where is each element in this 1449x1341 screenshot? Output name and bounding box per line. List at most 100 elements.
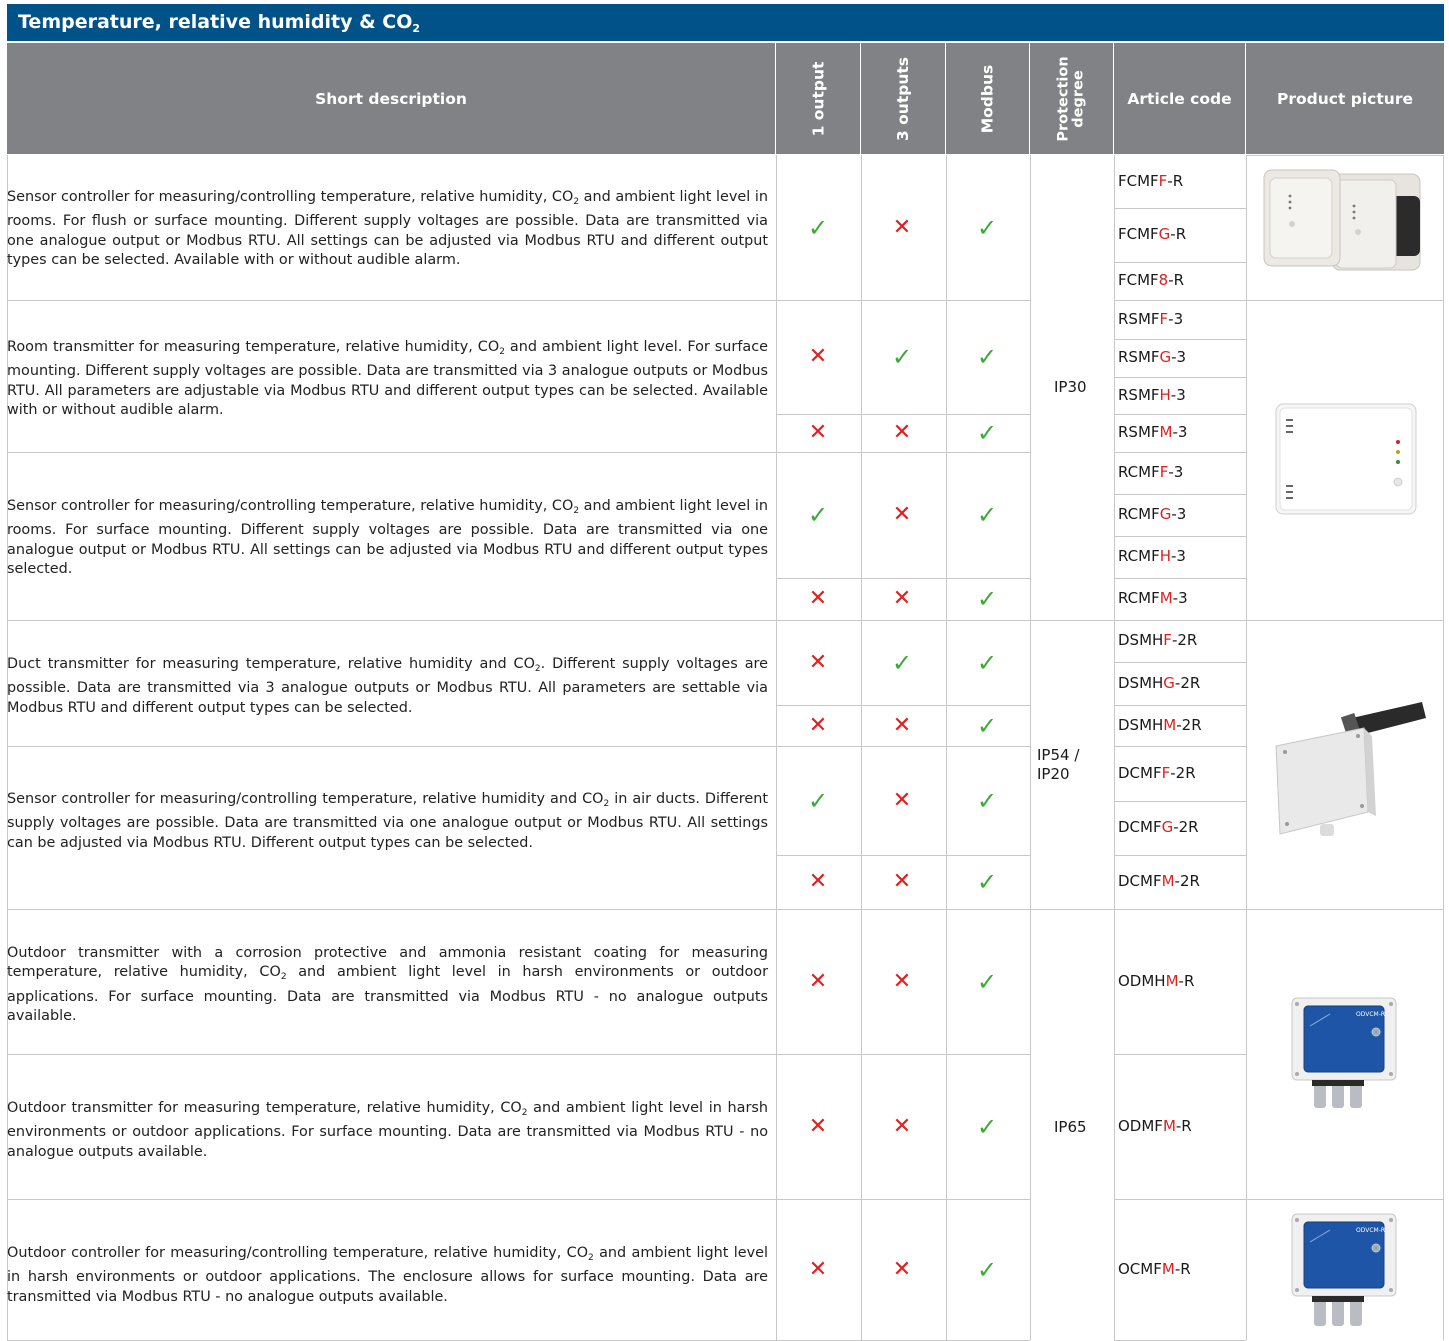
row-divider xyxy=(7,452,776,453)
protection-ip65: IP65 xyxy=(1054,1118,1087,1136)
row-divider xyxy=(7,909,776,910)
row-divider xyxy=(776,855,1030,856)
article-code: FCMFF-R xyxy=(1118,171,1184,190)
check-icon-modbus: ✓ xyxy=(976,711,998,740)
column-divider xyxy=(946,155,947,1340)
article-code: DCMFM-2R xyxy=(1118,872,1200,890)
description-fcmf: Sensor controller for measuring/controll… xyxy=(7,189,768,268)
product-picture-dsmh-dcmf xyxy=(1275,702,1426,836)
cross-icon-three-outputs: ✕ xyxy=(892,1113,912,1139)
cross-icon-one-output: ✕ xyxy=(808,420,828,445)
description-dsmh: Duct transmitter for measuring temperatu… xyxy=(7,656,768,716)
row-divider xyxy=(1114,855,1246,856)
column-divider xyxy=(776,155,777,1340)
article-code: RCMFG-3 xyxy=(1118,505,1187,523)
description-rsmf: Room transmitter for measuring temperatu… xyxy=(7,339,768,418)
article-code: RSMFM-3 xyxy=(1118,423,1188,441)
title-subscript: 2 xyxy=(412,22,421,35)
row-divider xyxy=(776,578,1030,579)
row-divider xyxy=(1246,909,1444,910)
row-divider xyxy=(7,1054,776,1055)
row-divider xyxy=(1114,494,1246,495)
column-divider xyxy=(7,155,8,1340)
description-dcmf: Sensor controller for measuring/controll… xyxy=(7,791,768,851)
header-three-outputs: 3 outputs xyxy=(861,43,945,154)
header-product-picture: Product picture xyxy=(1246,43,1444,154)
article-code: ODMHM-R xyxy=(1118,971,1195,990)
article-code: DCMFG-2R xyxy=(1118,818,1199,836)
row-divider xyxy=(776,414,1030,415)
cross-icon-one-output: ✕ xyxy=(808,344,828,369)
column-divider xyxy=(1246,155,1247,1340)
row-divider xyxy=(1114,705,1246,706)
product-picture-rsmf-rcmf xyxy=(1275,403,1417,515)
row-divider xyxy=(776,909,1030,910)
row-divider xyxy=(1246,620,1444,621)
row-divider xyxy=(776,452,1030,453)
cross-icon-one-output: ✕ xyxy=(808,869,828,894)
cross-icon-three-outputs: ✕ xyxy=(892,787,912,813)
check-icon-modbus: ✓ xyxy=(976,213,998,242)
column-divider xyxy=(1443,155,1444,1340)
row-divider xyxy=(1114,339,1246,340)
check-icon-modbus: ✓ xyxy=(976,786,998,815)
check-icon-modbus: ✓ xyxy=(976,648,998,677)
check-icon-one-output: ✓ xyxy=(807,501,829,529)
cross-icon-three-outputs: ✕ xyxy=(892,968,912,994)
row-divider xyxy=(1114,536,1246,537)
article-code: RSMFF-3 xyxy=(1118,309,1184,328)
row-divider xyxy=(7,300,776,301)
row-divider xyxy=(776,300,1030,301)
article-code: RSMFH-3 xyxy=(1118,385,1186,404)
article-code: RSMFG-3 xyxy=(1118,348,1187,366)
row-divider xyxy=(7,1199,776,1200)
cross-icon-three-outputs: ✕ xyxy=(892,214,912,240)
check-icon-modbus: ✓ xyxy=(976,868,998,896)
cross-icon-three-outputs: ✕ xyxy=(892,869,912,894)
row-divider xyxy=(1030,909,1114,910)
cross-icon-one-output: ✕ xyxy=(808,1113,828,1139)
product-picture-ocmf: ODVCM-R xyxy=(1291,1213,1397,1326)
row-divider xyxy=(7,746,776,747)
description-rcmf: Sensor controller for measuring/controll… xyxy=(7,498,768,577)
header-short-description: Short description xyxy=(7,43,775,154)
row-divider xyxy=(776,746,1030,747)
cross-icon-one-output: ✕ xyxy=(808,649,828,675)
row-divider xyxy=(776,620,1030,621)
check-icon-three-outputs: ✓ xyxy=(891,343,913,371)
cross-icon-three-outputs: ✕ xyxy=(892,586,912,611)
check-icon-modbus: ✓ xyxy=(976,343,998,371)
row-divider xyxy=(1114,578,1246,579)
check-icon-modbus: ✓ xyxy=(976,501,998,529)
article-code: DSMHF-2R xyxy=(1118,631,1198,649)
article-code: DSMHM-2R xyxy=(1118,715,1202,734)
check-icon-three-outputs: ✓ xyxy=(891,648,913,677)
header-one-output: 1 output xyxy=(776,43,860,154)
row-divider xyxy=(1114,909,1246,910)
row-divider xyxy=(1114,746,1246,747)
svg-text:ODVCM-R: ODVCM-R xyxy=(1356,1011,1385,1018)
article-code: RCMFH-3 xyxy=(1118,547,1186,565)
article-code: DCMFF-2R xyxy=(1118,763,1196,782)
description-odmf: Outdoor transmitter for measuring temper… xyxy=(7,1100,768,1160)
cross-icon-one-output: ✕ xyxy=(808,712,828,738)
column-divider xyxy=(1030,155,1031,1340)
row-divider xyxy=(1246,300,1444,301)
description-ocmf: Outdoor controller for measuring/control… xyxy=(7,1245,768,1305)
article-code: DSMHG-2R xyxy=(1118,673,1201,692)
row-divider xyxy=(1114,662,1246,663)
protection-ip30: IP30 xyxy=(1054,378,1087,396)
row-divider xyxy=(1030,620,1114,621)
cross-icon-three-outputs: ✕ xyxy=(892,420,912,445)
header-article-code: Article code xyxy=(1114,43,1245,154)
column-divider xyxy=(1114,155,1115,1340)
product-picture-fcmf xyxy=(1263,169,1421,271)
article-code: ODMFM-R xyxy=(1118,1116,1192,1135)
row-divider xyxy=(776,705,1030,706)
cross-icon-three-outputs: ✕ xyxy=(892,502,912,527)
row-divider xyxy=(1114,620,1246,621)
row-divider xyxy=(776,1054,1030,1055)
row-divider xyxy=(1114,801,1246,802)
column-divider xyxy=(861,155,862,1340)
product-picture-odmh-odmf: ODVCM-R xyxy=(1291,997,1397,1108)
